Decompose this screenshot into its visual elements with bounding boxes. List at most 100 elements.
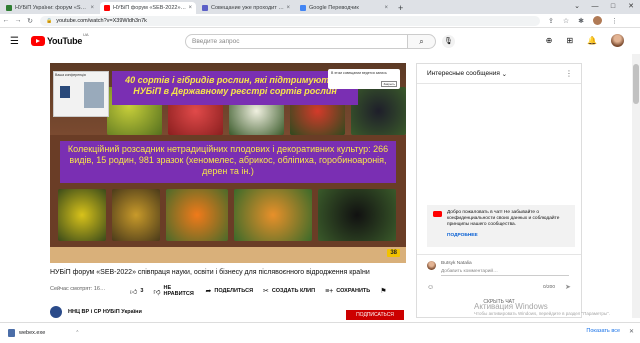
scissors-icon: ✂ (263, 288, 269, 295)
account-avatar[interactable] (611, 34, 624, 47)
create-video-icon[interactable]: ⊕ (546, 36, 553, 45)
extensions-icon[interactable]: ✱ (578, 17, 584, 25)
logo-word: YouTube (46, 36, 83, 46)
fruit-photo (58, 189, 106, 241)
url-text: youtube.com/watch?v=X39Wldh3n7k (56, 17, 147, 24)
tab-search-icon[interactable]: ⌄ (568, 0, 586, 14)
nubip-favicon-icon (6, 5, 12, 11)
search-button[interactable]: ⌕ (408, 34, 436, 49)
save-button[interactable]: ≡+ СОХРАНИТЬ (325, 288, 370, 295)
chevron-up-icon[interactable]: ⌃ (75, 330, 79, 336)
forward-icon[interactable]: → (12, 17, 24, 24)
chat-username: Butsyk Natalia (441, 261, 472, 266)
participant-thumbnail (60, 86, 70, 98)
show-all-downloads-link[interactable]: Показать все (586, 328, 620, 334)
channel-name[interactable]: ННЦ ВР і СР НУБіП України (68, 309, 142, 315)
reload-icon[interactable]: ↻ (24, 17, 36, 25)
close-tab-icon[interactable]: × (384, 5, 388, 11)
dislike-label: НЕ НРАВИТСЯ (163, 285, 194, 297)
tab-label: Google Переводчик (309, 5, 359, 11)
voice-search-icon[interactable]: 🎙 (442, 35, 455, 48)
chat-header-label: Интересные сообщения (427, 70, 500, 77)
close-tab-icon[interactable]: × (188, 5, 192, 11)
notifications-bell-icon[interactable]: 🔔 (587, 36, 597, 45)
browser-tab-strip: НУБіП України: форум «SEB-202…× НУБіП фо… (0, 0, 640, 14)
maximize-icon[interactable]: □ (604, 0, 622, 14)
profile-avatar[interactable] (593, 16, 603, 25)
address-bar-row: ← → ↻ 🔒 youtube.com/watch?v=X39Wldh3n7k ⇪… (0, 14, 640, 28)
search-input[interactable]: Введите запрос (185, 34, 408, 49)
browser-tab-youtube[interactable]: НУБіП форум «SEB-2022» … × (100, 2, 196, 14)
back-icon[interactable]: ← (0, 17, 12, 24)
channel-avatar[interactable] (50, 306, 62, 318)
subscribe-button[interactable]: ПОДПИСАТЬСЯ (346, 310, 404, 320)
windows-activation-watermark: Активация Windows Чтобы активировать Win… (474, 302, 624, 317)
fruit-photo (234, 189, 312, 241)
download-bar: webex.exe ⌃ Показать все ✕ (0, 322, 640, 343)
thumbs-up-icon: 👍︎ (130, 288, 138, 296)
emoji-icon[interactable]: ☺ (427, 284, 434, 291)
lock-icon: 🔒 (46, 17, 53, 24)
chat-input-placeholder: Добавить комментарий… (441, 269, 498, 274)
clip-button[interactable]: ✂ СОЗДАТЬ КЛИП (263, 287, 315, 295)
live-viewers: Сейчас смотрят: 16… (50, 286, 106, 292)
youtube-play-icon (30, 36, 45, 46)
report-button[interactable]: ⚑ (380, 287, 386, 295)
fruit-photo (318, 189, 396, 241)
slide-text: Колекційний розсадник нетрадиційних плод… (60, 141, 396, 183)
close-tab-icon[interactable]: × (90, 5, 94, 11)
browser-tab-nubip[interactable]: НУБіП України: форум «SEB-202…× (2, 2, 98, 14)
window-controls: ⌄ — □ ✕ (568, 0, 640, 14)
slide-heading: 40 сортів і гібридів рослин, які підтрим… (112, 71, 358, 105)
url-bar[interactable]: 🔒 youtube.com/watch?v=X39Wldh3n7k (40, 15, 540, 26)
video-call-overlay: Ваша конференція (53, 71, 109, 117)
search-placeholder: Введите запрос (192, 38, 240, 45)
recording-notice-button[interactable]: Закрыть (381, 81, 397, 87)
page-scrollbar[interactable] (632, 54, 640, 318)
fruit-photo (351, 87, 406, 135)
search-icon: ⌕ (419, 37, 424, 46)
share-icon[interactable]: ⇪ (548, 17, 554, 25)
clip-label: СОЗДАТЬ КЛИП (271, 288, 316, 294)
thumbs-down-icon: 👎︎ (153, 288, 161, 296)
add-playlist-icon: ≡+ (325, 287, 334, 295)
learn-more-link[interactable]: ПОДРОБНЕЕ (447, 233, 570, 239)
live-chat-panel: Интересные сообщения ⌄ ⋮ Добро пожаловат… (416, 63, 582, 318)
video-player[interactable]: 40 сортів і гібридів рослин, які підтрим… (50, 63, 406, 263)
dislike-button[interactable]: 👎︎ НЕ НРАВИТСЯ (153, 285, 195, 297)
download-item[interactable]: webex.exe ⌃ (8, 329, 80, 337)
browser-tab-meeting[interactable]: Совещание уже проходит в … × (198, 2, 294, 14)
close-download-bar-icon[interactable]: ✕ (629, 328, 634, 335)
like-button[interactable]: 👍︎ 3 (130, 287, 143, 296)
youtube-header: ☰ YouTube UA Введите запрос ⌕ 🎙 ⊕ ⊞ 🔔 (0, 28, 640, 54)
chat-mode-selector[interactable]: Интересные сообщения ⌄ (417, 64, 581, 84)
youtube-favicon-icon (104, 5, 110, 11)
youtube-logo[interactable]: YouTube UA (30, 32, 89, 46)
more-options-icon[interactable]: ⋮ (565, 69, 573, 78)
bookmark-star-icon[interactable]: ☆ (563, 17, 569, 25)
send-icon[interactable]: ➤ (565, 283, 571, 291)
new-tab-button[interactable]: + (398, 2, 403, 14)
apps-grid-icon[interactable]: ⊞ (566, 36, 573, 45)
scrollbar-thumb[interactable] (633, 64, 639, 104)
chat-welcome-message: Добро пожаловать в чат! Не забывайте о к… (427, 205, 575, 247)
char-counter: 0/200 (543, 285, 556, 290)
chat-message-input[interactable]: Добавить комментарий… (441, 269, 569, 276)
fruit-photo-row-bottom (58, 189, 396, 241)
slide-floor (50, 247, 406, 263)
browser-tab-translate[interactable]: Google Переводчик × (296, 2, 392, 14)
minimize-icon[interactable]: — (586, 0, 604, 14)
video-actions: 👍︎ 3 👎︎ НЕ НРАВИТСЯ ➦ ПОДЕЛИТЬСЯ ✂ СОЗДАТЬ К… (130, 285, 387, 297)
call-title: Ваша конференція (55, 73, 86, 77)
chevron-down-icon: ⌄ (501, 70, 508, 78)
exe-file-icon (8, 329, 15, 337)
watermark-text: Чтобы активировать Windows, перейдите в … (474, 311, 610, 316)
channel-info: ННЦ ВР і СР НУБіП України (50, 306, 142, 318)
close-window-icon[interactable]: ✕ (622, 0, 640, 14)
participant-thumbnail (84, 82, 104, 108)
share-button[interactable]: ➦ ПОДЕЛИТЬСЯ (206, 287, 254, 295)
like-count: 3 (140, 288, 144, 294)
close-tab-icon[interactable]: × (286, 5, 290, 11)
hamburger-menu-icon[interactable]: ☰ (10, 36, 19, 47)
browser-menu-icon[interactable]: ⋮ (611, 17, 618, 25)
